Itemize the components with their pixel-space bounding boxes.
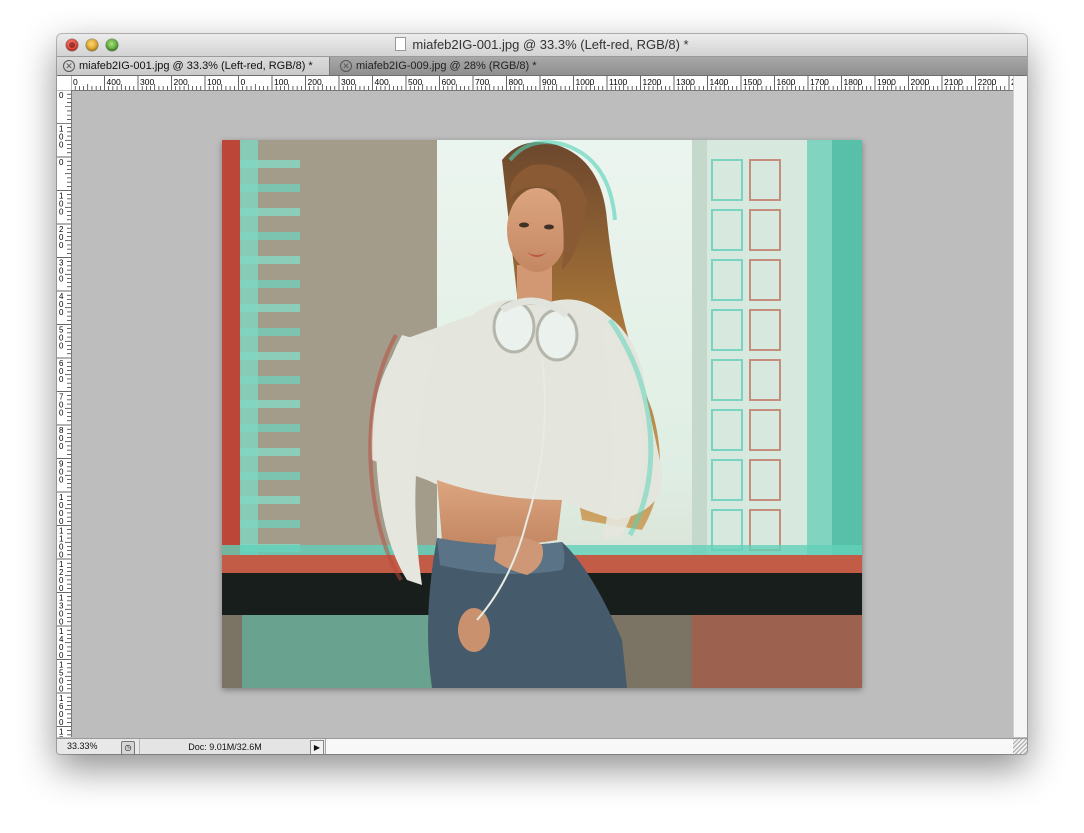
ruler-label: 300 xyxy=(140,77,154,87)
ruler-label: 700 xyxy=(475,77,489,87)
zoom-window-button[interactable] xyxy=(106,39,118,51)
anaglyph-photo xyxy=(222,140,862,688)
ruler-label: 0 xyxy=(59,718,64,727)
document-canvas-image[interactable] xyxy=(222,140,862,688)
tab-miafeb2ig-001[interactable]: ✕ miafeb2IG-001.jpg @ 33.3% (Left-red, R… xyxy=(57,57,330,75)
minimize-window-button[interactable] xyxy=(86,39,98,51)
ruler-label: 200 xyxy=(174,77,188,87)
status-menu-icon[interactable]: ◷ xyxy=(121,741,135,754)
ruler-label: 1900 xyxy=(877,77,896,87)
ruler-label: 500 xyxy=(408,77,422,87)
title-bar[interactable]: miafeb2IG-001.jpg @ 33.3% (Left-red, RGB… xyxy=(57,34,1027,57)
ruler-label: 2200 xyxy=(978,77,997,87)
ruler-label: 0 xyxy=(59,685,64,694)
ruler-label: 0 xyxy=(59,476,64,485)
ruler-label: 300 xyxy=(341,77,355,87)
ruler-label: 0 xyxy=(59,517,64,526)
resize-grip[interactable] xyxy=(1013,739,1027,754)
ruler-label: 400 xyxy=(107,77,121,87)
ruler-label: 400 xyxy=(375,77,389,87)
zoom-level-field[interactable]: 33.33% xyxy=(61,741,123,752)
ruler-label: 0 xyxy=(59,651,64,660)
horizontal-ruler-scale: 0 400 300 200 100 0 100 200 300 400 500 600 700 800 90… xyxy=(70,76,1027,90)
ruler-label: 1400 xyxy=(710,77,729,87)
ruler-label: 200 xyxy=(308,77,322,87)
ruler-origin[interactable] xyxy=(57,76,72,91)
ruler-label: 0 xyxy=(241,77,246,87)
ruler-label: 0 xyxy=(59,275,64,284)
ruler-label: 1200 xyxy=(643,77,662,87)
status-info-menu-button[interactable]: ▶ xyxy=(310,740,324,754)
window-title: miafeb2IG-001.jpg @ 33.3% (Left-red, RGB… xyxy=(412,37,689,52)
ruler-label: 0 xyxy=(59,551,64,560)
ruler-label: 100 xyxy=(274,77,288,87)
horizontal-scrollbar[interactable] xyxy=(325,739,1014,754)
ruler-label: 1700 xyxy=(810,77,829,87)
ruler-label: 0 xyxy=(59,141,64,150)
document-icon xyxy=(395,37,407,51)
ruler-label: 0 xyxy=(59,442,64,451)
close-icon xyxy=(69,42,75,48)
ruler-label: 0 xyxy=(59,584,64,593)
ruler-label: 1100 xyxy=(609,77,628,87)
ruler-label: 100 xyxy=(207,77,221,87)
ruler-label: 2000 xyxy=(911,77,930,87)
ruler-label: 2100 xyxy=(944,77,963,87)
ruler-label: 600 xyxy=(442,77,456,87)
ruler-label: 1000 xyxy=(576,77,595,87)
ruler-label: 0 xyxy=(59,618,64,627)
status-bar: 33.33% ◷ Doc: 9.01M/32.6M ▶ xyxy=(57,738,1027,754)
window-title-wrap: miafeb2IG-001.jpg @ 33.3% (Left-red, RGB… xyxy=(57,34,1027,56)
tab-close-icon[interactable]: ✕ xyxy=(340,60,352,72)
ruler-label: 0 xyxy=(59,375,64,384)
ruler-label: 900 xyxy=(542,77,556,87)
photoshop-window: miafeb2IG-001.jpg @ 33.3% (Left-red, RGB… xyxy=(57,34,1027,754)
horizontal-ruler[interactable]: 0 400 300 200 100 0 100 200 300 400 500 600 700 800 90… xyxy=(70,76,1027,91)
ruler-label: 0 xyxy=(73,77,78,87)
ruler-label: 7 xyxy=(59,736,64,738)
vertical-ruler-scale: 0100010020030040050060070080090010001100… xyxy=(57,90,71,737)
canvas-area[interactable] xyxy=(72,91,1013,738)
tab-label: miafeb2IG-001.jpg @ 33.3% (Left-red, RGB… xyxy=(79,60,313,72)
ruler-label: 0 xyxy=(59,342,64,351)
ruler-label: 0 xyxy=(59,308,64,317)
ruler-label: 1500 xyxy=(743,77,762,87)
vertical-scrollbar[interactable] xyxy=(1013,76,1027,737)
tab-miafeb2ig-009[interactable]: ✕ miafeb2IG-009.jpg @ 28% (RGB/8) * xyxy=(334,57,554,75)
document-size-info: Doc: 9.01M/32.6M xyxy=(139,739,310,754)
ruler-label: 0 xyxy=(59,241,64,250)
ruler-label: 1300 xyxy=(676,77,695,87)
ruler-label: 0 xyxy=(59,158,64,167)
ruler-label: 0 xyxy=(59,208,64,217)
ruler-label: 1600 xyxy=(777,77,796,87)
tab-close-icon[interactable]: ✕ xyxy=(63,60,75,72)
vertical-ruler[interactable]: 0100010020030040050060070080090010001100… xyxy=(57,90,72,737)
ruler-label: 1800 xyxy=(844,77,863,87)
ruler-label: 0 xyxy=(59,409,64,418)
ruler-label: 800 xyxy=(509,77,523,87)
ruler-label: 0 xyxy=(59,91,64,100)
close-window-button[interactable] xyxy=(66,39,78,51)
tab-label: miafeb2IG-009.jpg @ 28% (RGB/8) * xyxy=(356,60,537,72)
document-tab-bar: ✕ miafeb2IG-001.jpg @ 33.3% (Left-red, R… xyxy=(57,57,1027,76)
